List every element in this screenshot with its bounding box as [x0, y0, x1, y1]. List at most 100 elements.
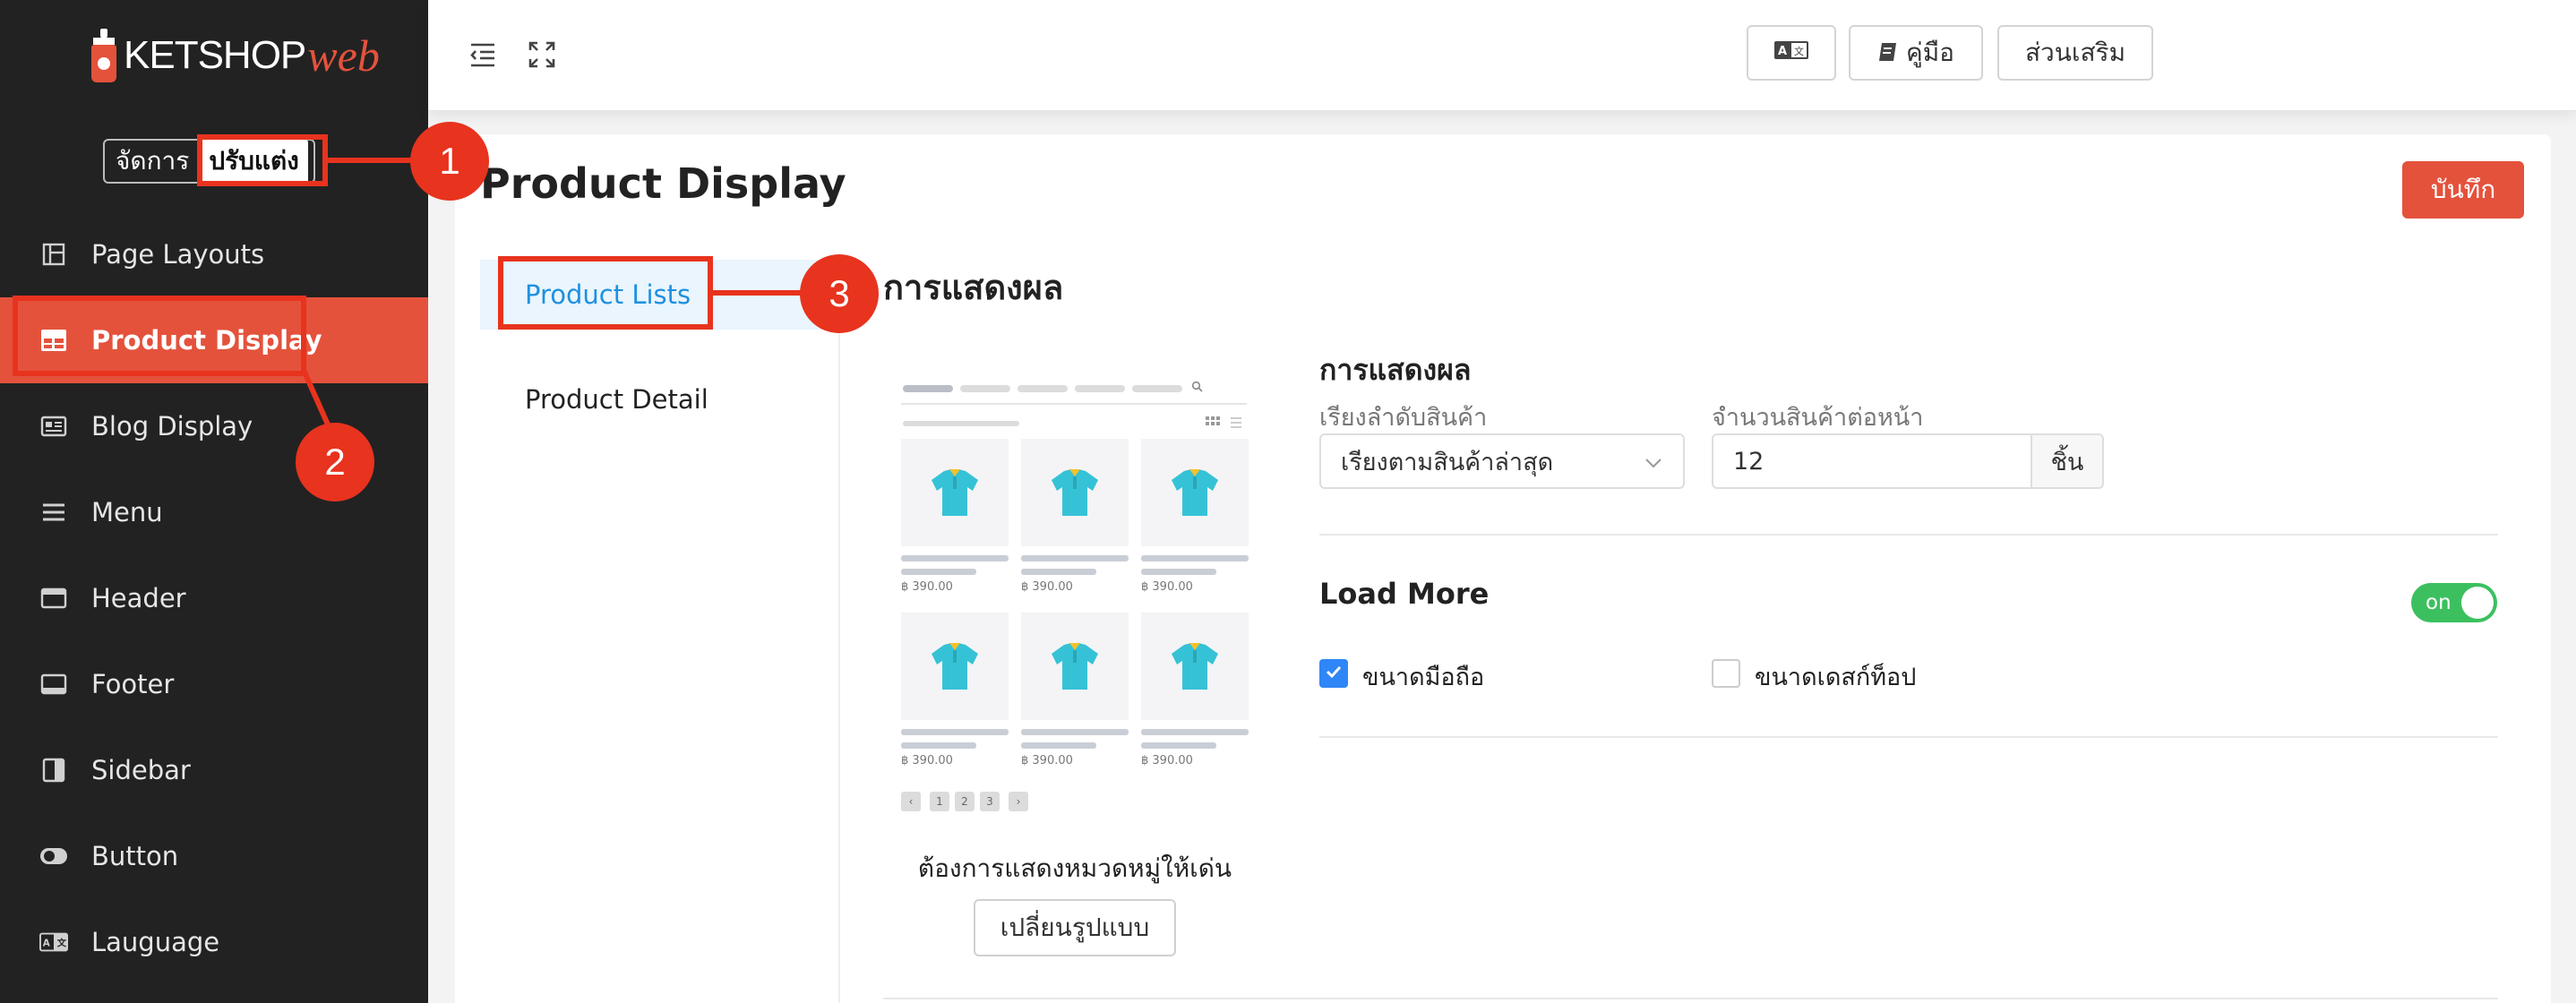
- sidebar-item-language[interactable]: A文 Lauguage: [0, 899, 428, 985]
- preview-product-card: ฿ 390.00: [1021, 439, 1129, 594]
- preview-nav-bar: [903, 385, 953, 392]
- sidebar-item-label: Lauguage: [91, 927, 220, 957]
- annotation-box-1: [197, 134, 328, 186]
- preview-nav-bar: [960, 385, 1010, 392]
- footer-icon: [39, 670, 68, 699]
- language-icon: A文: [39, 928, 68, 956]
- mode-manage-button[interactable]: จัดการ: [116, 141, 189, 181]
- preview-price: ฿ 390.00: [901, 580, 953, 594]
- preview-nav-bar: [1018, 385, 1068, 392]
- chevron-down-icon: [1644, 451, 1663, 471]
- tab-label: Product Detail: [525, 384, 708, 415]
- manual-label: คู่มือ: [1905, 38, 1954, 67]
- translate-icon: A文: [1773, 39, 1809, 68]
- per-page-input[interactable]: 12: [1712, 433, 2032, 489]
- tab-product-detail[interactable]: Product Detail: [480, 353, 838, 446]
- change-layout-button[interactable]: เปลี่ยนรูปแบบ: [974, 899, 1176, 956]
- divider: [1319, 534, 2498, 536]
- toggle-knob: [2461, 587, 2494, 619]
- preview-price: ฿ 390.00: [1141, 754, 1193, 767]
- shirt-icon: [901, 439, 1009, 546]
- toggle-icon: [39, 842, 68, 870]
- toggle-label: on: [2426, 591, 2451, 614]
- preview-price: ฿ 390.00: [1021, 754, 1073, 767]
- preview-price: ฿ 390.00: [901, 754, 953, 767]
- sidebar-item-label: Footer: [91, 669, 175, 699]
- display-settings-title: การแสดงผล: [1319, 353, 1472, 387]
- annotation-marker-1: 1: [410, 122, 489, 201]
- preview-divider: [901, 403, 1247, 405]
- sidebar-item-label: Header: [91, 583, 186, 613]
- sidebar-item-label: Sidebar: [91, 755, 191, 785]
- per-page-label: จำนวนสินค้าต่อหน้า: [1712, 404, 1924, 432]
- sidebar-item-header[interactable]: Header: [0, 555, 428, 641]
- desktop-checkbox[interactable]: [1712, 659, 1740, 688]
- topbar: A文 คู่มือ ส่วนเสริม: [428, 0, 2576, 111]
- layout-preview: ฿ 390.00 ฿ 390.00 ฿ 390.00 ฿ 390.00 ฿ 39…: [896, 376, 1254, 824]
- collapse-sidebar-icon[interactable]: [468, 39, 498, 70]
- preview-product-card: ฿ 390.00: [1021, 613, 1129, 767]
- divider: [1319, 736, 2498, 738]
- shirt-icon: [1021, 613, 1129, 720]
- shirt-icon: [1141, 439, 1249, 546]
- annotation-box-2: [13, 296, 306, 376]
- layout-icon: [39, 240, 68, 269]
- mobile-checkbox-label: ขนาดมือถือ: [1362, 664, 1485, 691]
- preview-product-card: ฿ 390.00: [1141, 613, 1249, 767]
- sidebar-item-label: Menu: [91, 497, 163, 527]
- preview-product-card: ฿ 390.00: [901, 613, 1009, 767]
- sidebar-item-label: Blog Display: [91, 411, 253, 441]
- preview-page-number: 1: [930, 792, 949, 811]
- annotation-marker-2: 2: [296, 423, 374, 502]
- section-title: การแสดงผล: [883, 268, 1064, 307]
- preview-prev-page-icon: ‹: [901, 792, 921, 811]
- per-page-value: 12: [1733, 447, 1765, 476]
- sidebar-item-button[interactable]: Button: [0, 813, 428, 899]
- save-button[interactable]: บันทึก: [2402, 161, 2524, 219]
- sidebar-item-label: Button: [91, 841, 179, 871]
- preview-product-card: ฿ 390.00: [901, 439, 1009, 594]
- addons-button[interactable]: ส่วนเสริม: [1997, 25, 2153, 81]
- load-more-title: Load More: [1319, 577, 1490, 611]
- book-icon: [1877, 41, 1899, 64]
- desktop-checkbox-label: ขนาดเดสก์ท็อป: [1755, 664, 1917, 691]
- page-title: Product Display: [480, 159, 846, 208]
- divider: [883, 998, 2498, 999]
- per-page-unit: ชิ้น: [2031, 433, 2104, 489]
- shirt-icon: [1141, 613, 1249, 720]
- sidebar-item-footer[interactable]: Footer: [0, 641, 428, 727]
- shirt-icon: [901, 613, 1009, 720]
- highlight-category-text: ต้องการแสดงหมวดหมู่ให้เด่น: [917, 853, 1232, 883]
- load-more-toggle[interactable]: on: [2411, 583, 2497, 622]
- preview-price: ฿ 390.00: [1021, 580, 1073, 594]
- header-icon: [39, 584, 68, 613]
- addons-label: ส่วนเสริม: [2024, 38, 2126, 67]
- annotation-connector-3: [713, 290, 806, 296]
- svg-text:文: 文: [56, 938, 67, 949]
- sidebar-item-page-layouts[interactable]: Page Layouts: [0, 211, 428, 297]
- preview-next-page-icon: ›: [1009, 792, 1028, 811]
- sidebar-item-label: Page Layouts: [91, 239, 265, 270]
- checkmark-icon: [1323, 661, 1344, 686]
- logo-web-text: web: [307, 30, 380, 81]
- fullscreen-icon[interactable]: [527, 39, 557, 70]
- mobile-checkbox[interactable]: [1319, 659, 1348, 688]
- language-switch-button[interactable]: A文: [1747, 25, 1836, 81]
- blog-icon: [39, 412, 68, 441]
- shirt-icon: [1021, 439, 1129, 546]
- bottle-logo-icon: [90, 29, 118, 82]
- logo-text: KETSHOP: [124, 33, 306, 77]
- manual-button[interactable]: คู่มือ: [1849, 25, 1983, 81]
- ketshop-logo[interactable]: KETSHOP web: [90, 27, 380, 84]
- divider: [838, 260, 840, 1003]
- preview-breadcrumb: [903, 421, 1019, 426]
- preview-search-icon: [1191, 380, 1204, 397]
- sort-select[interactable]: เรียงตามสินค้าล่าสุด: [1319, 433, 1685, 489]
- preview-nav-bar: [1075, 385, 1125, 392]
- preview-grid-view-icon: [1206, 416, 1245, 433]
- svg-text:A: A: [1778, 45, 1787, 58]
- preview-page-number: 2: [955, 792, 975, 811]
- sort-select-value: เรียงตามสินค้าล่าสุด: [1341, 448, 1554, 476]
- sort-label: เรียงลำดับสินค้า: [1319, 404, 1488, 432]
- sidebar-item-sidebar[interactable]: Sidebar: [0, 727, 428, 813]
